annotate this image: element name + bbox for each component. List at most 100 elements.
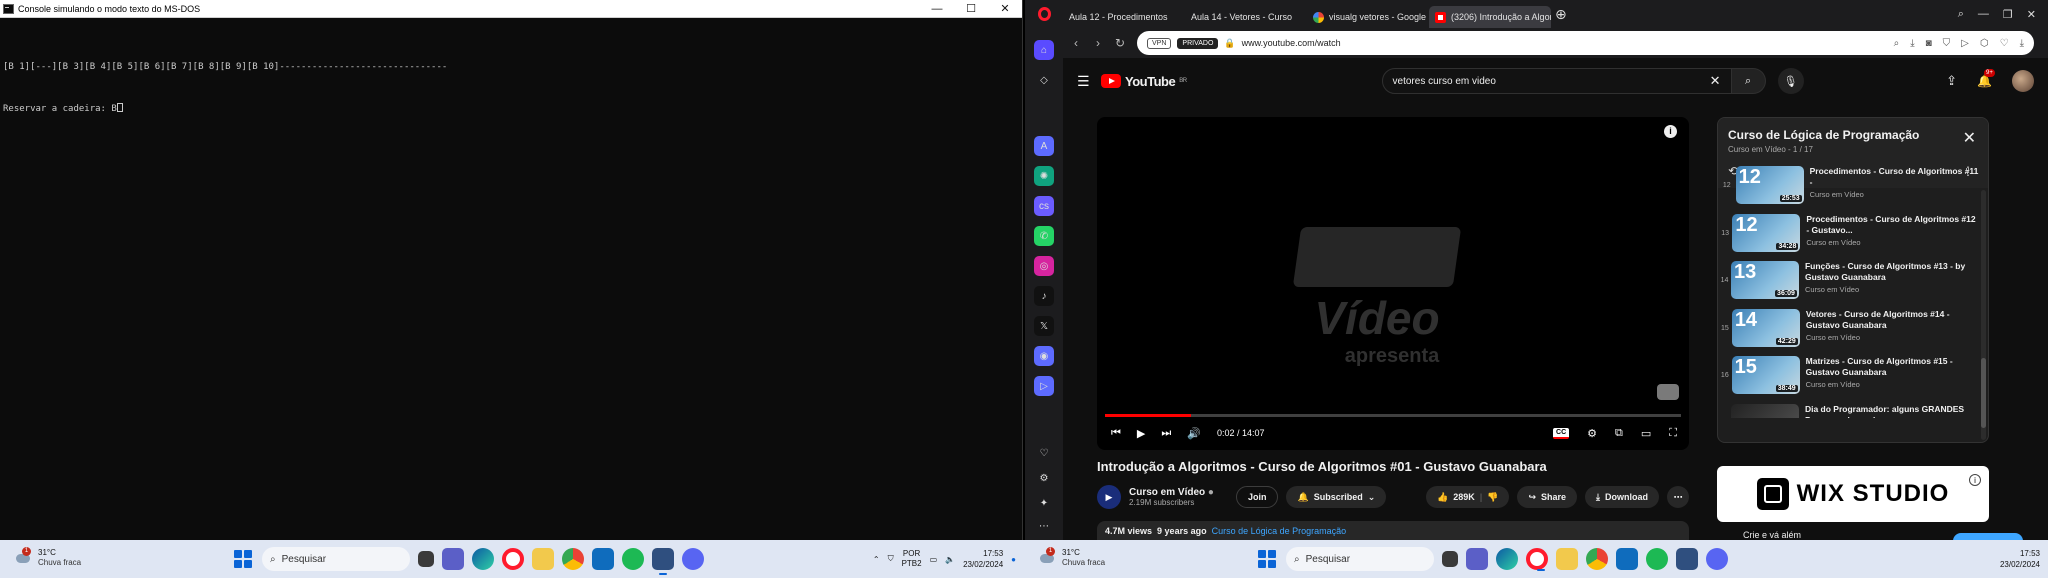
ad-info-icon[interactable]: i — [1969, 474, 1981, 486]
volume-icon[interactable]: 🔊 — [1187, 427, 1201, 440]
video-thumbnail[interactable]: 14 42:29 — [1731, 308, 1800, 347]
miniplayer-icon[interactable]: ⧉ — [1615, 427, 1623, 440]
close-button[interactable]: ✕ — [2027, 8, 2036, 21]
video-player[interactable]: Vídeo apresenta i ⏮ ▶ ⏭ 🔊 0:02 / 14:07 C… — [1097, 117, 1689, 450]
chatgpt-icon[interactable]: ✺ — [1034, 166, 1054, 186]
weather-widget[interactable]: 1 31°C Chuva fraca — [1038, 547, 1105, 568]
video-thumbnail[interactable]: 13 36:09 — [1730, 261, 1799, 299]
install-icon[interactable]: ⤓ — [1910, 38, 1914, 49]
info-icon[interactable]: i — [1664, 125, 1677, 138]
share-button[interactable]: ↪ Share — [1517, 486, 1578, 508]
minimize-button[interactable]: — — [920, 0, 954, 18]
playlist-scrollbar[interactable] — [1981, 190, 1986, 440]
player-icon[interactable]: ▷ — [1961, 38, 1969, 49]
clear-search-icon[interactable]: ✕ — [1710, 73, 1721, 89]
browser-window[interactable]: Aula 12 - Procedimentos Aula 14 - Vetore… — [1025, 0, 2048, 543]
cs-icon[interactable]: cs — [1034, 196, 1054, 216]
settings-icon[interactable]: ⚙ — [1587, 427, 1597, 440]
back-icon[interactable]: ‹ — [1065, 36, 1087, 50]
visualg-icon[interactable] — [1676, 548, 1698, 570]
microphone-icon[interactable]: 🎙 — [1777, 68, 1804, 94]
tiktok-icon[interactable]: ♪ — [1034, 286, 1054, 306]
console-window[interactable]: Console simulando o modo texto do MS-DOS… — [0, 0, 1023, 540]
search-tabs-icon[interactable]: ⌕ — [1958, 8, 1964, 21]
tab-youtube-active[interactable]: (3206) Introdução a Algori — [1429, 6, 1551, 28]
player-sidebar-icon[interactable]: ◉ — [1034, 346, 1054, 366]
windows-start-icon[interactable] — [232, 548, 254, 570]
video-thumbnail[interactable]: 12 25:53 — [1735, 166, 1804, 204]
maximize-button[interactable]: ☐ — [954, 0, 988, 18]
clock[interactable]: 17:53 23/02/2024 — [2000, 548, 2040, 570]
teams-icon[interactable] — [1466, 548, 1488, 570]
camera-icon[interactable]: ◙ — [1926, 38, 1932, 49]
spotify-icon[interactable] — [1646, 548, 1668, 570]
settings-icon[interactable]: ⚙ — [1034, 468, 1054, 488]
shield-icon[interactable]: ⛉ — [1943, 38, 1951, 49]
discord-icon[interactable] — [682, 548, 704, 570]
youtube-logo[interactable]: YouTube BR — [1101, 74, 1187, 89]
discord-icon[interactable] — [1706, 548, 1728, 570]
console-output[interactable]: [B 1][---][B 3][B 4][B 5][B 6][B 7][B 8]… — [0, 18, 1022, 158]
chrome-icon[interactable] — [1586, 548, 1608, 570]
chevron-up-icon[interactable]: ⌃ — [873, 555, 880, 564]
download-icon[interactable]: ⤓ — [2020, 38, 2024, 49]
maximize-button[interactable]: ❐ — [2003, 8, 2013, 21]
teams-icon[interactable] — [442, 548, 464, 570]
tab-google-search[interactable]: visualg vetores - Google S — [1307, 6, 1429, 28]
playlist-item[interactable]: 12 12 25:53 Procedimentos - Curso de Algori… — [1718, 162, 1988, 210]
previous-icon[interactable]: ⏮ — [1111, 427, 1121, 440]
video-thumbnail[interactable]: 12 34:28 — [1732, 213, 1801, 252]
windows-start-icon[interactable] — [1256, 548, 1278, 570]
close-icon[interactable]: ✕ — [1963, 128, 1976, 148]
notifications-icon[interactable]: 🔔 9+ — [1977, 69, 1995, 88]
channel-avatar[interactable]: ▶ — [1097, 485, 1121, 509]
task-view-icon[interactable] — [418, 551, 434, 567]
search-button[interactable]: ⌕ — [1731, 68, 1766, 94]
taskbar-search[interactable]: ⌕ Pesquisar — [262, 547, 410, 571]
more-icon[interactable]: ⋯ — [1034, 516, 1054, 536]
like-button[interactable]: 👍 289K | 👎 — [1425, 486, 1510, 508]
close-button[interactable]: ✕ — [988, 0, 1022, 18]
playlist-item[interactable]: 15 14 42:29 Vetores - Curso de Algoritmos #… — [1718, 305, 1988, 353]
music-icon[interactable]: ▷ — [1034, 376, 1054, 396]
file-explorer-icon[interactable] — [1556, 548, 1578, 570]
forward-icon[interactable]: › — [1087, 36, 1109, 50]
x-icon[interactable]: 𝕏 — [1034, 316, 1054, 336]
copilot-icon[interactable]: ● — [1011, 555, 1016, 564]
play-icon[interactable]: ▶ — [1137, 427, 1145, 440]
progress-bar[interactable] — [1105, 414, 1681, 417]
captions-icon[interactable]: CC — [1553, 427, 1570, 439]
edge-icon[interactable] — [472, 548, 494, 570]
ad-banner[interactable]: WIX STUDIO i — [1717, 466, 1989, 522]
favorites-icon[interactable]: ♡ — [1034, 443, 1054, 463]
reload-icon[interactable]: ↻ — [1109, 36, 1131, 50]
download-button[interactable]: ⤓ Download — [1585, 486, 1659, 508]
network-icon[interactable]: ▭ — [930, 555, 938, 564]
security-icon[interactable]: ⛉ — [888, 554, 894, 564]
task-view-icon[interactable] — [1442, 551, 1458, 567]
subscribed-button[interactable]: 🔔 Subscribed ⌄ — [1286, 486, 1387, 508]
vpn-badge[interactable]: VPN — [1147, 37, 1172, 49]
join-button[interactable]: Join — [1235, 486, 1279, 508]
language-indicator[interactable]: POR PTB2 — [902, 549, 922, 569]
new-tab-icon[interactable]: ⊕ — [1555, 6, 1567, 23]
speed-dial-icon[interactable]: ◇ — [1034, 70, 1054, 90]
volume-icon[interactable]: 🔈 — [945, 555, 955, 564]
opera-icon[interactable] — [1526, 548, 1548, 571]
file-explorer-icon[interactable] — [532, 548, 554, 570]
upload-icon[interactable]: ⇪ — [1946, 73, 1957, 89]
store-icon[interactable] — [592, 548, 614, 570]
channel-name[interactable]: Curso em Vídeo ● — [1129, 487, 1214, 498]
playlist-item[interactable]: 14 13 36:09 Funções - Curso de Algoritmos #… — [1718, 257, 1988, 305]
more-actions-button[interactable]: ⋯ — [1667, 486, 1689, 508]
chrome-icon[interactable] — [562, 548, 584, 570]
playlist-item[interactable]: 17DIA DO PROG33:25Dia do Programador: al… — [1718, 400, 1988, 418]
menu-icon[interactable]: ☰ — [1077, 73, 1101, 90]
fullscreen-icon[interactable]: ⛶ — [1669, 427, 1677, 440]
heart-icon[interactable]: ♡ — [2000, 38, 2009, 49]
spotify-icon[interactable] — [622, 548, 644, 570]
console-titlebar[interactable]: Console simulando o modo texto do MS-DOS… — [0, 0, 1022, 18]
playlist-title[interactable]: Curso de Lógica de Programação — [1728, 128, 1978, 142]
search-input[interactable]: vetores curso em video ✕ — [1381, 68, 1732, 94]
thumbs-down-icon[interactable]: 👎 — [1487, 492, 1498, 503]
